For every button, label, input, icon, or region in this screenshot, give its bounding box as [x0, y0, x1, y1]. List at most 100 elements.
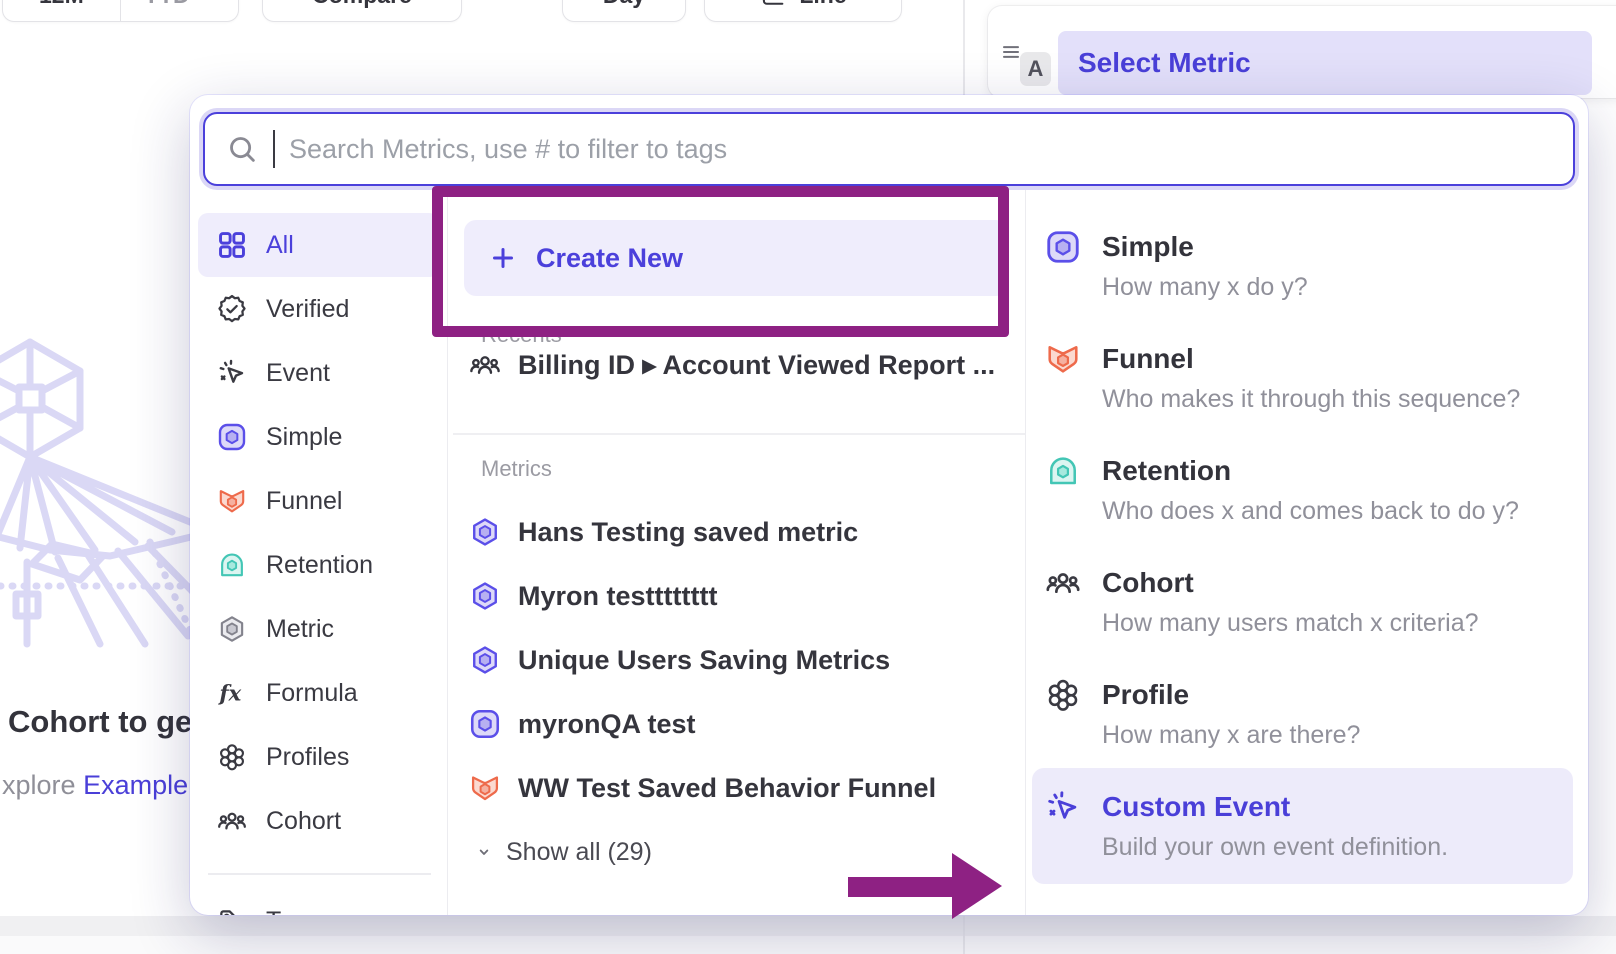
retention-icon [1044, 452, 1082, 490]
day-label: Day [603, 0, 645, 9]
svg-text:fx: fx [217, 681, 241, 706]
range-ytd-button[interactable]: YTD [121, 0, 238, 21]
category-cohort[interactable]: Cohort [198, 789, 439, 853]
category-label: All [266, 231, 294, 260]
metric-item-label: Unique Users Saving Metrics [518, 645, 890, 676]
saved-metrics-list: Hans Testing saved metric Myron testtttt… [468, 500, 1015, 820]
page-gap-band [0, 916, 1616, 936]
date-range-button-group: 12M YTD [2, 0, 239, 22]
range-12m-label: 12M [39, 0, 84, 9]
category-label: Simple [266, 423, 342, 452]
category-simple[interactable]: Simple [198, 405, 439, 469]
metric-type-cohort[interactable]: Cohort How many users match x criteria? [1032, 544, 1573, 648]
range-ytd-label: YTD [144, 0, 190, 9]
simple-icon [468, 707, 502, 741]
metric-type-description: Who does x and comes back to do y? [1102, 492, 1519, 530]
search-input[interactable] [289, 134, 1553, 165]
category-retention[interactable]: Retention [198, 533, 439, 597]
create-new-button[interactable]: Create New [464, 220, 1008, 296]
compare-label: Compare [312, 0, 412, 9]
metric-type-description: Build your own event definition. [1102, 828, 1448, 866]
people-icon [1044, 564, 1082, 602]
metric-type-profile[interactable]: Profile How many x are there? [1032, 656, 1573, 760]
canvas-panel-divider-lower [963, 916, 965, 954]
metrics-section-label: Metrics [481, 456, 552, 482]
empty-state-illustration [0, 336, 195, 651]
metric-type-funnel[interactable]: Funnel Who makes it through this sequenc… [1032, 320, 1573, 424]
metric-item-hans-testing-saved-metric[interactable]: Hans Testing saved metric [468, 500, 1015, 564]
metric-item-label: WW Test Saved Behavior Funnel [518, 773, 936, 804]
chevron-down-icon [474, 842, 494, 862]
example-link[interactable]: Example I [83, 770, 203, 800]
hexagon-icon [468, 515, 502, 549]
metric-item-myronqa-test[interactable]: myronQA test [468, 692, 1015, 756]
category-label: Retention [266, 551, 373, 580]
empty-state-heading: Cohort to ge [8, 704, 192, 740]
grid-icon [216, 229, 248, 261]
category-verified[interactable]: Verified [198, 277, 439, 341]
funnel-icon [1044, 340, 1082, 378]
metric-type-text: Custom Event Build your own event defini… [1102, 786, 1448, 866]
metric-type-text: Retention Who does x and comes back to d… [1102, 450, 1519, 530]
metric-type-title: Profile [1102, 674, 1360, 716]
simple-icon [1044, 228, 1082, 266]
category-label: T [266, 907, 281, 915]
metric-item-unique-users-saving-metrics[interactable]: Unique Users Saving Metrics [468, 628, 1015, 692]
metric-type-text: Simple How many x do y? [1102, 226, 1308, 306]
metric-type-description: How many x are there? [1102, 716, 1360, 754]
cursor-icon [1044, 788, 1082, 826]
metric-type-simple[interactable]: Simple How many x do y? [1032, 208, 1573, 312]
granularity-day-button[interactable]: Day [562, 0, 686, 22]
category-metric[interactable]: Metric [198, 597, 439, 661]
metric-builder-row: A Select Metric [988, 6, 1616, 98]
line-chart-icon [759, 0, 787, 9]
chart-type-line-button[interactable]: Line [704, 0, 902, 22]
range-12m-button[interactable]: 12M [3, 0, 120, 21]
funnel-icon [216, 485, 248, 517]
people-icon [468, 348, 502, 382]
show-all-toggle[interactable]: Show all (29) [474, 830, 652, 874]
metric-type-title: Custom Event [1102, 786, 1448, 828]
line-label: Line [799, 0, 846, 9]
compare-button[interactable]: Compare [262, 0, 462, 22]
category-profiles[interactable]: Profiles [198, 725, 439, 789]
category-label: Profiles [266, 743, 349, 772]
metric-item-label: myronQA test [518, 709, 696, 740]
category-funnel[interactable]: Funnel [198, 469, 439, 533]
search-icon [225, 132, 259, 166]
recent-item-billing[interactable]: Billing ID ▸ Account Viewed Report ... [468, 340, 995, 390]
show-all-label: Show all (29) [506, 838, 652, 867]
metric-type-title: Retention [1102, 450, 1519, 492]
chevron-down-icon [196, 0, 216, 5]
metric-item-label: Myron testttttttt [518, 581, 717, 612]
select-metric-dropdown: All Verified Event Simple Funnel [190, 95, 1588, 915]
metric-item-ww-test-saved-behavior-funnel[interactable]: WW Test Saved Behavior Funnel [468, 756, 1015, 820]
category-label: Formula [266, 679, 358, 708]
create-new-label: Create New [536, 243, 683, 274]
recent-item-label: Billing ID ▸ Account Viewed Report ... [518, 350, 995, 381]
category-all[interactable]: All [198, 213, 439, 277]
select-metric-pill[interactable]: Select Metric [1058, 31, 1592, 95]
metric-search-field[interactable] [203, 112, 1575, 186]
metric-type-retention[interactable]: Retention Who does x and comes back to d… [1032, 432, 1573, 536]
simple-icon [216, 421, 248, 453]
metric-type-custom-event[interactable]: Custom Event Build your own event defini… [1032, 768, 1573, 884]
category-label: Funnel [266, 487, 342, 516]
metric-type-text: Cohort How many users match x criteria? [1102, 562, 1479, 642]
hexagon-icon [468, 579, 502, 613]
flower-icon [1044, 676, 1082, 714]
category-event[interactable]: Event [198, 341, 439, 405]
metric-item-myron-testttttttt[interactable]: Myron testttttttt [468, 564, 1015, 628]
section-divider [453, 433, 1025, 435]
category-partial-bottom[interactable]: T [198, 890, 439, 916]
retention-icon [216, 549, 248, 581]
category-formula[interactable]: fx Formula [198, 661, 439, 725]
metric-type-description: How many users match x criteria? [1102, 604, 1479, 642]
mixpanel-report-screen: 12M YTD Compare Day Line A Select Metric… [0, 0, 1616, 954]
metric-type-title: Cohort [1102, 562, 1479, 604]
funnel-icon [468, 771, 502, 805]
formula-icon: fx [216, 677, 248, 709]
category-label: Cohort [266, 807, 341, 836]
category-sidebar: All Verified Event Simple Funnel [190, 190, 448, 915]
empty-state-explore-text: xplore Example I [2, 770, 203, 801]
